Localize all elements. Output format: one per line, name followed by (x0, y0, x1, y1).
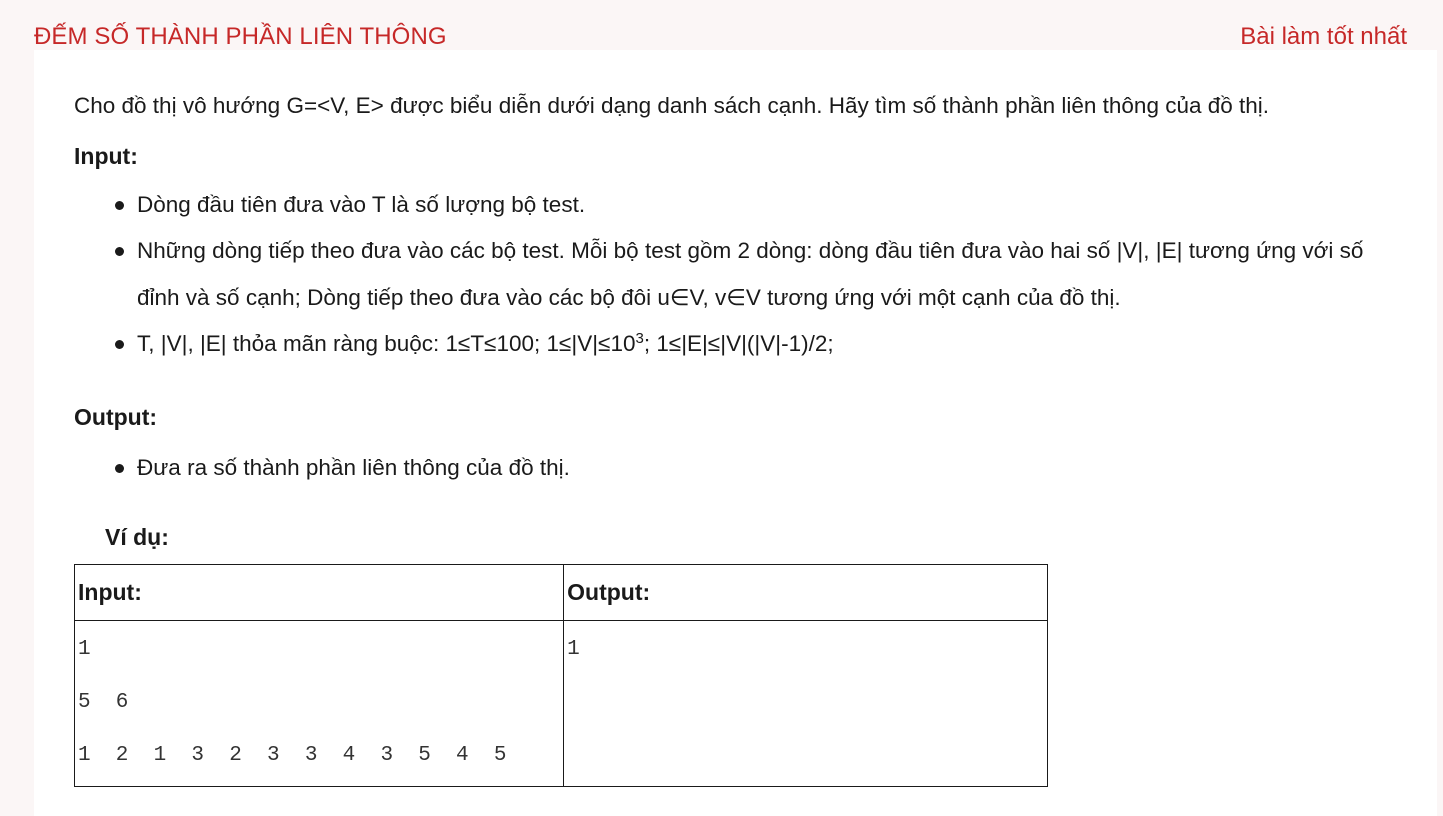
example-output-line: 1 (567, 638, 580, 661)
input-item-test-count: Dòng đầu tiên đưa vào T là số lượng bộ t… (114, 181, 585, 228)
top-bar: ĐẾM SỐ THÀNH PHẦN LIÊN THÔNG Bài làm tốt… (0, 0, 1443, 50)
example-input-line: 1 (78, 638, 91, 661)
example-table: Input: Output: 1 5 6 1 2 1 3 2 3 3 4 3 5… (73, 564, 1048, 787)
example-output-cell: 1 (563, 620, 1048, 787)
example-input-header: Input: (73, 564, 565, 621)
problem-intro: Cho đồ thị vô hướng G=<V, E> được biểu d… (74, 93, 1270, 118)
input-item-test-format-cont: đỉnh và số cạnh; Dòng tiếp theo đưa vào … (137, 285, 1121, 310)
example-input-cell: 1 5 6 1 2 1 3 2 3 3 4 3 5 4 5 (73, 620, 565, 787)
example-label: Ví dụ: (105, 524, 169, 550)
best-submission-link[interactable]: Bài làm tốt nhất (1240, 23, 1407, 51)
example-header-row: Input: Output: (73, 564, 1048, 621)
example-input-line: 1 2 1 3 2 3 3 4 3 5 4 5 (78, 744, 507, 767)
input-heading: Input: (74, 143, 138, 169)
constraint-exponent: 3 (635, 330, 644, 347)
problem-title: ĐẾM SỐ THÀNH PHẦN LIÊN THÔNG (34, 23, 447, 50)
output-heading: Output: (74, 404, 158, 430)
example-output-header: Output: (563, 564, 1048, 621)
example-input-line: 5 6 (78, 691, 129, 714)
input-item-constraints: T, |V|, |E| thỏa mãn ràng buộc: 1≤T≤100;… (115, 320, 834, 367)
output-item: Đưa ra số thành phần liên thông của đồ t… (115, 444, 570, 491)
problem-statement-card: Cho đồ thị vô hướng G=<V, E> được biểu d… (34, 50, 1437, 816)
constraint-suffix: ; 1≤|E|≤|V|(|V|-1)/2; (643, 331, 834, 356)
example-data-row: 1 5 6 1 2 1 3 2 3 3 4 3 5 4 5 1 (73, 620, 1048, 787)
input-item-test-format: Những dòng tiếp theo đưa vào các bộ test… (114, 227, 1363, 274)
constraint-prefix: T, |V|, |E| thỏa mãn ràng buộc: 1≤T≤100;… (137, 331, 636, 356)
